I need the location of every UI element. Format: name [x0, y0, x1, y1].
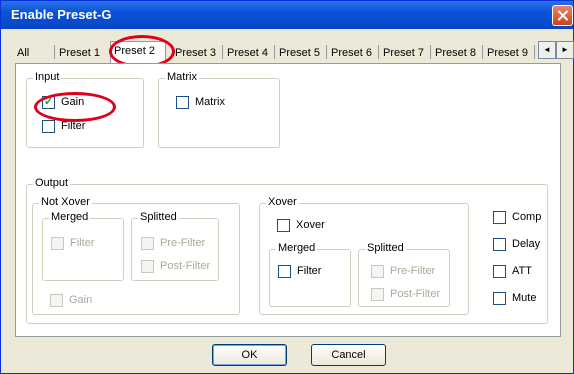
mute-label: Mute	[512, 292, 537, 304]
tab-preset-7[interactable]: Preset 7	[380, 44, 427, 63]
not-xover-merged-group: Merged Filter	[42, 211, 124, 281]
matrix-checkbox[interactable]: Matrix	[176, 95, 256, 109]
dialog-window: Enable Preset-G All Preset 1 Preset 2 Pr…	[0, 0, 574, 374]
checkbox-box[interactable]	[493, 238, 506, 251]
tab-separator	[274, 45, 275, 59]
tab-preset-6[interactable]: Preset 6	[328, 44, 375, 63]
tab-separator	[378, 45, 379, 59]
xover-merged-label: Merged	[276, 242, 318, 254]
checkbox-box[interactable]	[493, 292, 506, 305]
xover-splitted-group: Splitted Pre-Filter Post-Filter	[358, 242, 450, 307]
tab-preset-5[interactable]: Preset 5	[276, 44, 323, 63]
delay-checkbox[interactable]: Delay	[493, 237, 548, 251]
matrix-checkbox-label: Matrix	[195, 96, 225, 108]
not-xover-splitted-label: Splitted	[138, 211, 179, 223]
not-xover-pre-filter-label: Pre-Filter	[160, 237, 206, 249]
ok-button[interactable]: OK	[212, 344, 287, 366]
tab-scroll-right-icon[interactable]: ►	[556, 41, 574, 59]
not-xover-merged-label: Merged	[49, 211, 91, 223]
xover-pre-filter-label: Pre-Filter	[390, 265, 436, 277]
xover-splitted-label: Splitted	[365, 242, 406, 254]
close-icon[interactable]	[552, 5, 573, 26]
delay-label: Delay	[512, 238, 541, 250]
output-group-label: Output	[33, 177, 71, 189]
xover-group-label: Xover	[266, 196, 299, 208]
xover-post-filter-checkbox[interactable]: Post-Filter	[371, 287, 446, 301]
checkbox-box[interactable]	[371, 265, 384, 278]
annotation-circle-gain	[34, 92, 116, 122]
not-xover-merged-filter-label: Filter	[70, 237, 95, 249]
title-bar[interactable]: Enable Preset-G	[1, 1, 573, 29]
checkbox-box[interactable]	[278, 265, 291, 278]
not-xover-label: Not Xover	[39, 196, 92, 208]
comp-label: Comp	[512, 211, 542, 223]
tab-preset-9[interactable]: Preset 9	[484, 44, 531, 63]
cancel-button[interactable]: Cancel	[311, 344, 386, 366]
window-title: Enable Preset-G	[11, 7, 112, 22]
mute-checkbox[interactable]: Mute	[493, 291, 548, 305]
tab-scroll-left-icon[interactable]: ◄	[538, 41, 556, 59]
checkbox-box[interactable]	[141, 260, 154, 273]
tab-preset-8[interactable]: Preset 8	[432, 44, 479, 63]
checkbox-box[interactable]	[493, 211, 506, 224]
xover-merged-filter-label: Filter	[297, 265, 322, 277]
xover-checkbox[interactable]: Xover	[277, 218, 347, 232]
tab-preset-3[interactable]: Preset 3	[172, 44, 219, 63]
tab-separator	[54, 45, 55, 59]
tab-separator	[430, 45, 431, 59]
xover-merged-filter-checkbox[interactable]: Filter	[278, 264, 338, 278]
tab-panel: Input ✓ Gain Filter Matrix Matrix Output	[15, 63, 561, 337]
not-xover-post-filter-label: Post-Filter	[160, 260, 211, 272]
checkbox-box[interactable]	[277, 219, 290, 232]
checkbox-box[interactable]	[50, 294, 63, 307]
not-xover-group: Not Xover Merged Filter Splitted Pre-Fil…	[32, 196, 240, 315]
output-group: Output Not Xover Merged Filter Splitted …	[26, 177, 548, 324]
att-label: ATT	[512, 265, 532, 277]
tab-strip: All Preset 1 Preset 2 Preset 3 Preset 4 …	[14, 41, 574, 64]
xover-post-filter-label: Post-Filter	[390, 288, 441, 300]
input-group-label: Input	[33, 71, 62, 83]
checkbox-box[interactable]	[176, 96, 189, 109]
matrix-group-label: Matrix	[165, 71, 199, 83]
not-xover-pre-filter-checkbox[interactable]: Pre-Filter	[141, 236, 216, 250]
att-checkbox[interactable]: ATT	[493, 264, 548, 278]
tab-separator	[326, 45, 327, 59]
tab-separator	[222, 45, 223, 59]
tab-all[interactable]: All	[14, 44, 32, 63]
matrix-group: Matrix Matrix	[158, 71, 280, 148]
xover-checkbox-label: Xover	[296, 219, 325, 231]
not-xover-gain-checkbox[interactable]: Gain	[50, 293, 110, 307]
checkbox-box[interactable]	[51, 237, 64, 250]
checkbox-box[interactable]	[371, 288, 384, 301]
not-xover-post-filter-checkbox[interactable]: Post-Filter	[141, 259, 216, 273]
xover-pre-filter-checkbox[interactable]: Pre-Filter	[371, 264, 446, 278]
checkbox-box[interactable]	[141, 237, 154, 250]
tab-preset-4[interactable]: Preset 4	[224, 44, 271, 63]
comp-checkbox[interactable]: Comp	[493, 210, 548, 224]
not-xover-splitted-group: Splitted Pre-Filter Post-Filter	[131, 211, 219, 281]
tab-separator	[534, 45, 535, 59]
tab-preset-1[interactable]: Preset 1	[56, 44, 103, 63]
tab-separator	[482, 45, 483, 59]
checkbox-box[interactable]	[42, 120, 55, 133]
xover-group: Xover Xover Merged Filter Splitted Pre-F…	[259, 196, 469, 315]
not-xover-merged-filter-checkbox[interactable]: Filter	[51, 236, 111, 250]
xover-merged-group: Merged Filter	[269, 242, 351, 307]
checkbox-box[interactable]	[493, 265, 506, 278]
not-xover-gain-label: Gain	[69, 294, 93, 306]
